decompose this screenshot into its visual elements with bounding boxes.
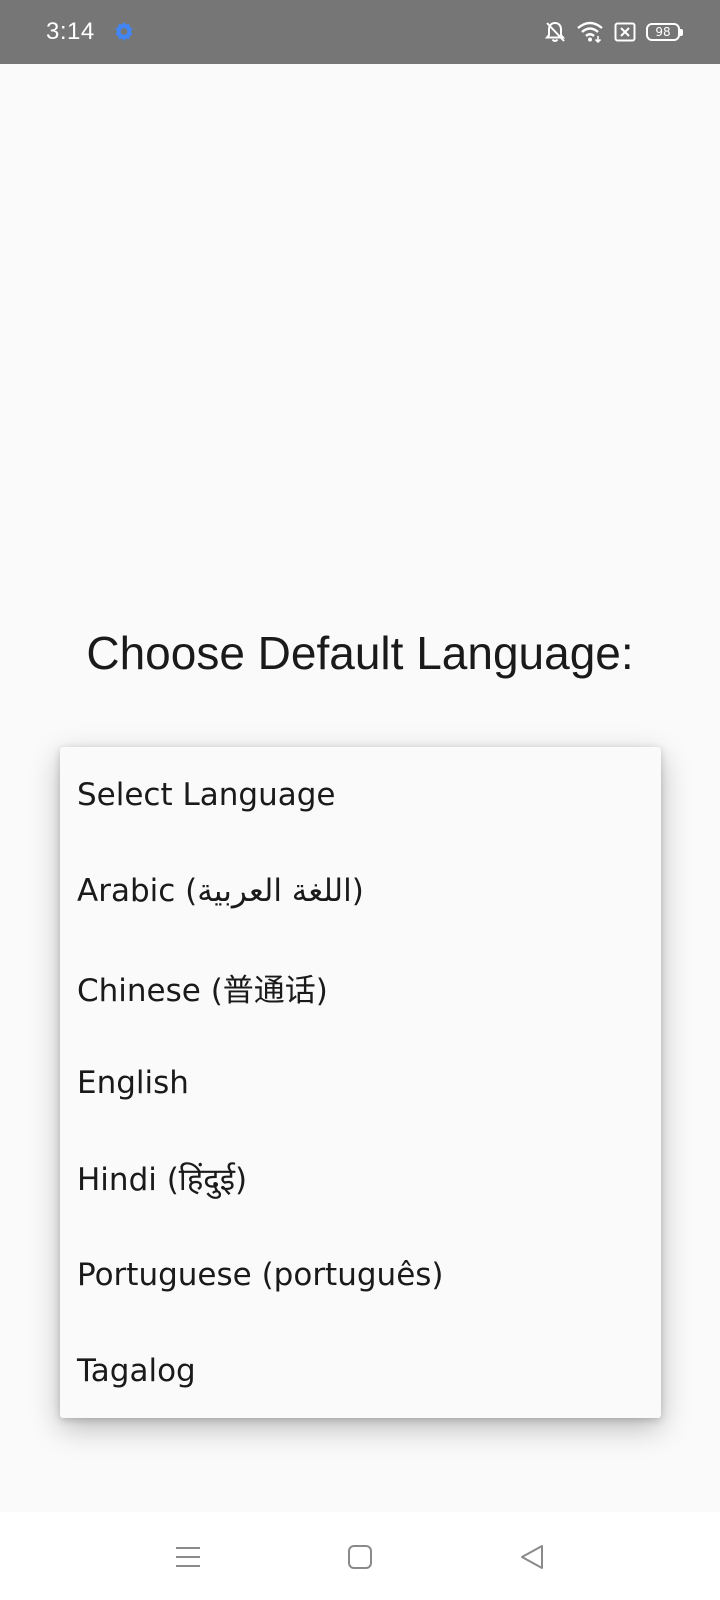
page-title: Choose Default Language:	[86, 627, 634, 679]
option-label: Arabic (اللغة العربية)	[77, 873, 364, 909]
option-label: Portuguese (português)	[77, 1257, 444, 1293]
option-label: Hindi (हिंदुई)	[77, 1162, 248, 1198]
language-option-arabic[interactable]: Arabic (اللغة العربية)	[60, 843, 661, 939]
no-sim-icon	[614, 22, 636, 42]
status-bar: 3:14 98	[0, 0, 720, 64]
language-option-english[interactable]: English	[60, 1035, 661, 1131]
back-icon[interactable]	[517, 1542, 547, 1572]
language-option-select[interactable]: Select Language	[60, 747, 661, 843]
navigation-bar	[0, 1512, 720, 1600]
option-label: Select Language	[77, 777, 336, 813]
battery-level: 98	[655, 25, 671, 39]
language-option-tagalog[interactable]: Tagalog	[60, 1323, 661, 1419]
home-icon[interactable]	[345, 1542, 375, 1572]
status-time: 3:14	[46, 18, 95, 45]
gear-icon	[112, 20, 136, 44]
language-option-portuguese[interactable]: Portuguese (português)	[60, 1227, 661, 1323]
option-label: English	[77, 1065, 189, 1101]
wifi-icon	[576, 20, 604, 44]
language-dropdown: Select Language Arabic (اللغة العربية) C…	[60, 747, 661, 1418]
status-icons: 98	[544, 18, 683, 46]
option-label: Chinese (普通话)	[77, 972, 328, 1009]
language-option-chinese[interactable]: Chinese (普通话)	[60, 939, 661, 1035]
menu-icon[interactable]	[173, 1542, 203, 1572]
battery-icon: 98	[646, 23, 683, 41]
language-option-hindi[interactable]: Hindi (हिंदुई)	[60, 1131, 661, 1227]
bell-off-icon	[544, 20, 566, 44]
option-label: Tagalog	[77, 1353, 196, 1389]
